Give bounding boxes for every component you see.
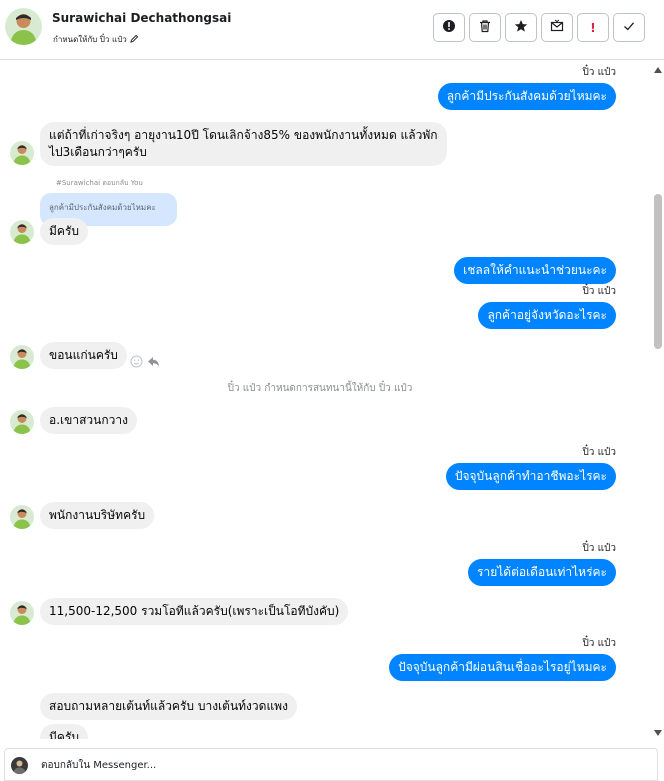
done-button[interactable] xyxy=(613,13,645,42)
message-incoming[interactable]: มีครับ xyxy=(40,724,88,739)
contact-avatar-small xyxy=(10,345,34,369)
smiley-icon[interactable] xyxy=(130,353,143,368)
contact-avatar-small xyxy=(10,220,34,244)
message-outgoing[interactable]: เชลลให้คำแนะนำช่วยนะคะ xyxy=(454,257,616,284)
inbox-conversation: Surawichai Dechathongsai กำหนดให้กับ ปิ๋… xyxy=(0,0,664,781)
delete-button[interactable] xyxy=(469,13,501,42)
message-incoming[interactable]: แต่ถ้าที่เก่าจริงๆ อายุงาน10ปี โดนเลิกจ้… xyxy=(40,122,447,166)
sender-label: ปิ๋ว แป๋ว xyxy=(582,543,616,554)
message-outgoing[interactable]: ลูกค้าอยู่จังหวัดอะไรคะ xyxy=(478,302,616,329)
contact-avatar-small xyxy=(10,141,34,165)
message-line: ไป3เดือนกว่าๆครับ xyxy=(49,145,147,159)
message-outgoing[interactable]: ปัจจุบันลูกค้าทำอาชีพอะไรคะ xyxy=(445,463,616,490)
scroll-up-arrow-icon[interactable] xyxy=(654,67,662,73)
message-incoming[interactable]: ขอนแก่นครับ xyxy=(40,342,127,369)
message-outgoing[interactable]: ปัจจุบันลูกค้ามีผ่อนสินเชื่ออะไรอยู่ไหมค… xyxy=(389,654,616,681)
assigned-label: กำหนดให้กับ ปิ๋ว แป๋ว xyxy=(53,35,127,44)
thread-scrollbar[interactable] xyxy=(652,61,664,739)
page-avatar xyxy=(11,757,28,774)
message-incoming[interactable]: มีครับ xyxy=(40,218,88,245)
message-line: แต่ถ้าที่เก่าจริงๆ อายุงาน10ปี โดนเลิกจ้… xyxy=(49,128,438,142)
sender-label: ปิ๋ว แป๋ว xyxy=(582,447,616,458)
contact-avatar-small xyxy=(10,505,34,529)
reply-composer xyxy=(4,748,658,781)
scrollbar-thumb[interactable] xyxy=(654,194,662,349)
message-incoming[interactable]: พนักงานบริษัทครับ xyxy=(40,502,155,529)
contact-avatar[interactable] xyxy=(5,8,42,45)
contact-avatar-small xyxy=(10,410,34,434)
reply-note: #Surawichai ตอบกลับ You xyxy=(56,179,143,187)
sender-label: ปิ๋ว แป๋ว xyxy=(582,286,616,297)
check-icon xyxy=(622,19,636,36)
star-button[interactable] xyxy=(505,13,537,42)
message-incoming[interactable]: อ.เขาสวนกวาง xyxy=(40,407,137,434)
assigned-to: กำหนดให้กับ ปิ๋ว แป๋ว xyxy=(53,33,139,46)
conversation-header: Surawichai Dechathongsai กำหนดให้กับ ปิ๋… xyxy=(0,0,664,60)
spam-button[interactable]: ! xyxy=(577,13,609,42)
exclamation-circle-icon xyxy=(442,19,456,36)
message-incoming[interactable]: สอบถามหลายเต้นท์แล้วครับ บางเต้นท์งวดแพง xyxy=(40,693,297,720)
message-incoming[interactable]: 11,500-12,500 รวมโอทีแล้วครับ(เพราะเป็นโ… xyxy=(40,598,349,625)
contact-avatar-small xyxy=(10,601,34,625)
message-outgoing[interactable]: ลูกค้ามีประกันสังคมด้วยไหมคะ xyxy=(437,83,616,110)
header-actions: ! xyxy=(433,13,645,42)
mark-unread-button[interactable] xyxy=(541,13,573,42)
reply-input[interactable] xyxy=(41,755,641,775)
trash-icon xyxy=(478,19,492,36)
message-outgoing[interactable]: รายได้ต่อเดือนเท่าไหร่คะ xyxy=(468,559,616,586)
sender-label: ปิ๋ว แป๋ว xyxy=(582,67,616,78)
report-button[interactable] xyxy=(433,13,465,42)
system-assignment-note: ปิ๋ว แป๋ว กำหนดการสนทนานี้ให้กับ ปิ๋ว แป… xyxy=(227,383,413,394)
sender-label: ปิ๋ว แป๋ว xyxy=(582,638,616,649)
reply-arrow-icon[interactable] xyxy=(147,353,160,367)
star-icon xyxy=(514,19,528,36)
pencil-icon[interactable] xyxy=(130,34,139,45)
contact-name: Surawichai Dechathongsai xyxy=(52,11,232,25)
spam-label: ! xyxy=(590,20,596,35)
message-thread[interactable]: ปิ๋ว แป๋ว ลูกค้ามีประกันสังคมด้วยไหมคะ แ… xyxy=(0,61,652,739)
scroll-down-arrow-icon[interactable] xyxy=(654,730,662,736)
envelope-icon xyxy=(550,19,564,36)
